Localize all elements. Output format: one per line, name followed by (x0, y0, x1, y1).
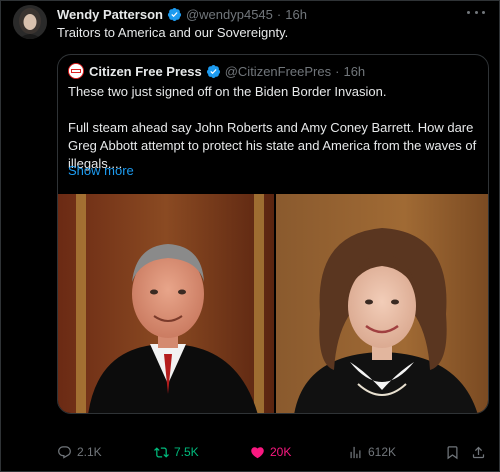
show-more-link[interactable]: Show more (68, 163, 134, 178)
quoted-tweet-paragraph: These two just signed off on the Biden B… (68, 84, 387, 99)
tweet-text: Traitors to America and our Sovereignty. (57, 25, 289, 40)
author-handle[interactable]: @wendyp4545 (186, 7, 273, 22)
share-button[interactable] (471, 442, 491, 462)
tweet-action-bar: 2.1K 7.5K 20K 612K (57, 442, 489, 462)
quoted-tweet-text: These two just signed off on the Biden B… (68, 83, 482, 173)
separator-dot: · (335, 63, 340, 79)
quoted-author-name[interactable]: Citizen Free Press (89, 64, 202, 79)
quoted-tweet-photo[interactable] (58, 194, 488, 413)
quoted-author-handle[interactable]: @CitizenFreePres (225, 64, 331, 79)
tweet-timestamp[interactable]: 16h (285, 7, 307, 22)
views-button[interactable]: 612K (348, 442, 396, 462)
views-icon (350, 446, 361, 458)
more-options-icon[interactable] (467, 5, 485, 19)
bookmark-icon (447, 445, 458, 459)
reply-icon (58, 445, 71, 459)
repost-button[interactable]: 7.5K (154, 442, 199, 462)
heart-icon (251, 446, 264, 458)
author-avatar[interactable] (13, 5, 47, 39)
share-icon (472, 446, 485, 458)
repost-count: 7.5K (174, 445, 199, 459)
quoted-tweet-timestamp[interactable]: 16h (343, 64, 365, 79)
like-count: 20K (270, 445, 292, 459)
like-button[interactable]: 20K (250, 442, 291, 462)
quoted-author-avatar[interactable] (68, 63, 84, 79)
author-name[interactable]: Wendy Patterson (57, 7, 163, 22)
separator-dot: · (276, 6, 282, 22)
tweet-card[interactable]: Wendy Patterson @wendyp4545 · 16h Traito… (0, 0, 500, 472)
tweet-header: Wendy Patterson @wendyp4545 · 16h (57, 5, 307, 23)
quoted-tweet[interactable]: Citizen Free Press @CitizenFreePres · 16… (57, 54, 489, 414)
reply-count: 2.1K (77, 445, 102, 459)
verified-badge-icon (167, 7, 182, 22)
bookmark-button[interactable] (445, 442, 465, 462)
reply-button[interactable]: 2.1K (57, 442, 102, 462)
quoted-tweet-header: Citizen Free Press @CitizenFreePres · 16… (68, 62, 365, 80)
repost-icon (154, 446, 169, 458)
views-count: 612K (368, 445, 397, 459)
verified-badge-icon (206, 64, 221, 79)
